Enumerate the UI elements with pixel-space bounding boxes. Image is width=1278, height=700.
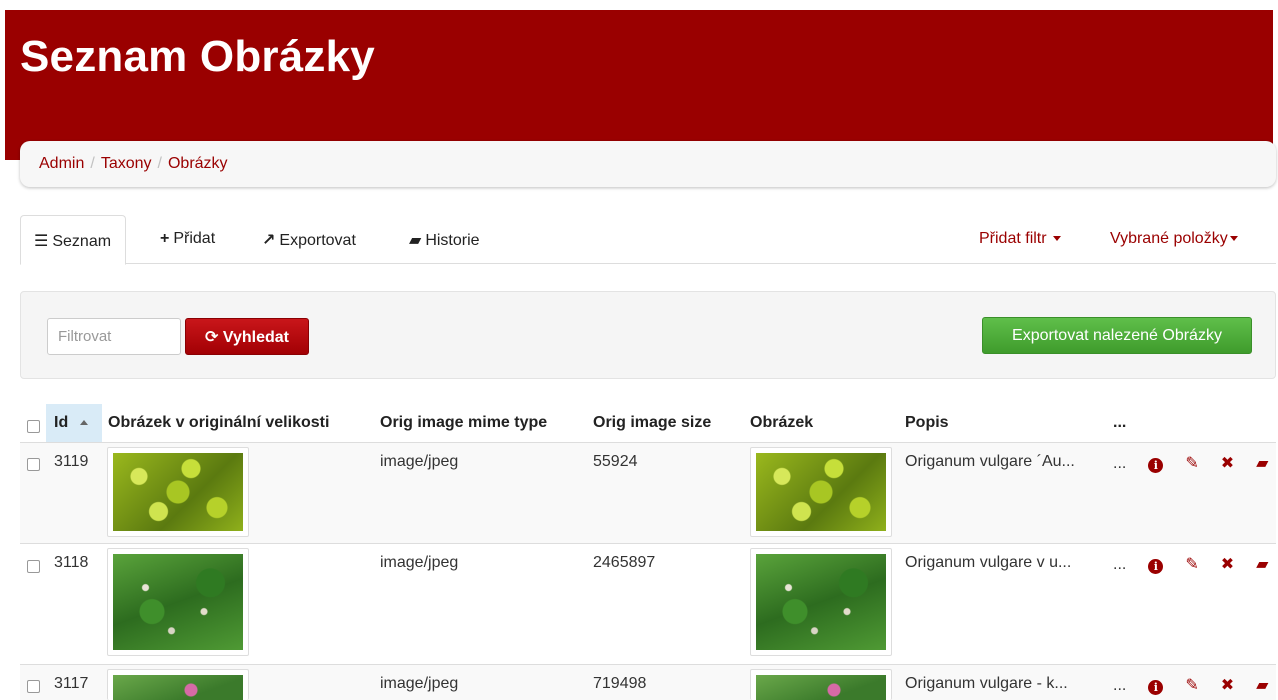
pencil-icon: ✎	[1185, 455, 1199, 472]
image-thumbnail[interactable]	[750, 548, 892, 656]
breadcrumb-admin[interactable]: Admin	[39, 155, 84, 172]
tab-export-label: Exportovat	[279, 232, 356, 249]
image-thumbnail[interactable]	[750, 669, 892, 700]
book-icon: ▰	[409, 232, 422, 249]
breadcrumb-obrazky[interactable]: Obrázky	[168, 155, 228, 172]
filter-bar: ⟳ Vyhledat Exportovat nalezené Obrázky	[20, 291, 1276, 379]
breadcrumb-taxony[interactable]: Taxony	[101, 155, 152, 172]
tab-export[interactable]: ↗ Exportovat	[262, 215, 356, 264]
tab-history[interactable]: ▰ Historie	[409, 215, 480, 264]
column-image-size[interactable]: Orig image size	[593, 414, 711, 432]
list-icon: ☰	[34, 233, 49, 250]
row-popis: Origanum vulgare v u...	[905, 554, 1072, 571]
history-button[interactable]: ▰	[1256, 554, 1268, 574]
pencil-icon: ✎	[1185, 677, 1199, 694]
caret-down-icon	[1052, 236, 1061, 242]
column-more: ...	[1113, 414, 1127, 431]
row-id: 3119	[54, 453, 89, 470]
original-image-thumbnail[interactable]	[107, 548, 249, 656]
row-checkbox[interactable]	[27, 458, 40, 471]
row-more: ...	[1113, 455, 1127, 472]
info-button[interactable]: i	[1148, 677, 1164, 695]
tab-list-label: Seznam	[52, 233, 112, 250]
page-title: Seznam Obrázky	[20, 32, 375, 81]
breadcrumb-separator: /	[157, 155, 162, 172]
tab-add[interactable]: + Přidat	[160, 215, 215, 264]
history-button[interactable]: ▰	[1256, 675, 1268, 695]
plus-icon: +	[160, 230, 170, 247]
column-id[interactable]: Id	[54, 414, 89, 432]
row-checkbox[interactable]	[27, 680, 40, 693]
tab-list[interactable]: ☰ Seznam	[20, 215, 127, 265]
history-button[interactable]: ▰	[1256, 453, 1268, 473]
info-icon: i	[1148, 559, 1164, 574]
info-button[interactable]: i	[1148, 455, 1164, 473]
pencil-icon: ✎	[1185, 556, 1199, 573]
original-image-thumbnail[interactable]	[107, 447, 249, 537]
delete-icon: ✖	[1220, 455, 1235, 472]
edit-button[interactable]: ✎	[1185, 675, 1198, 695]
row-image-size: 2465897	[593, 554, 656, 571]
sort-ascending-icon	[80, 420, 89, 426]
delete-button[interactable]: ✖	[1221, 554, 1234, 574]
column-id-label: Id	[54, 414, 69, 431]
delete-button[interactable]: ✖	[1221, 675, 1234, 695]
delete-icon: ✖	[1220, 677, 1235, 694]
info-icon: i	[1148, 680, 1164, 695]
search-button-label: Vyhledat	[222, 329, 289, 346]
row-id: 3117	[54, 675, 89, 692]
caret-down-icon	[1229, 236, 1238, 242]
info-button[interactable]: i	[1148, 556, 1164, 574]
tab-history-label: Historie	[425, 232, 480, 249]
search-button[interactable]: ⟳ Vyhledat	[185, 318, 309, 355]
history-icon: ▰	[1256, 677, 1269, 694]
filter-input[interactable]	[47, 318, 181, 355]
selected-items-label: Vybrané položky	[1110, 230, 1228, 247]
column-mime-type[interactable]: Orig image mime type	[380, 414, 547, 432]
tab-add-label: Přidat	[173, 230, 216, 247]
row-image-size: 55924	[593, 453, 638, 470]
history-icon: ▰	[1256, 455, 1269, 472]
page-header: Seznam Obrázky	[5, 10, 1273, 160]
info-icon: i	[1148, 458, 1164, 473]
select-all-checkbox[interactable]	[27, 420, 40, 433]
breadcrumb: Admin / Taxony / Obrázky	[20, 141, 1276, 187]
row-mime-type: image/jpeg	[380, 453, 459, 470]
row-mime-type: image/jpeg	[380, 675, 459, 692]
refresh-icon: ⟳	[205, 329, 219, 346]
row-actions: ... i ✎ ✖ ▰	[1113, 453, 1268, 473]
selected-items-dropdown[interactable]: Vybrané položky	[1110, 215, 1238, 264]
row-more: ...	[1113, 556, 1127, 573]
edit-button[interactable]: ✎	[1185, 554, 1198, 574]
row-actions: ... i ✎ ✖ ▰	[1113, 675, 1268, 695]
add-filter-label: Přidat filtr	[979, 230, 1047, 247]
column-original-image[interactable]: Obrázek v originální velikosti	[108, 414, 329, 432]
share-icon: ↗	[262, 232, 276, 249]
original-image-thumbnail[interactable]	[107, 669, 249, 700]
row-popis: Origanum vulgare ´Au...	[905, 453, 1075, 470]
export-found-label: Exportovat nalezené Obrázky	[1012, 327, 1222, 344]
column-image[interactable]: Obrázek	[750, 414, 813, 432]
history-icon: ▰	[1256, 556, 1269, 573]
row-id: 3118	[54, 554, 89, 571]
row-popis: Origanum vulgare - k...	[905, 675, 1068, 692]
row-more: ...	[1113, 677, 1127, 694]
image-thumbnail[interactable]	[750, 447, 892, 537]
row-image-size: 719498	[593, 675, 647, 692]
row-mime-type: image/jpeg	[380, 554, 459, 571]
row-checkbox[interactable]	[27, 560, 40, 573]
column-popis[interactable]: Popis	[905, 414, 949, 432]
export-found-button[interactable]: Exportovat nalezené Obrázky	[982, 317, 1252, 354]
delete-icon: ✖	[1220, 556, 1235, 573]
add-filter-dropdown[interactable]: Přidat filtr	[979, 215, 1061, 264]
breadcrumb-separator: /	[90, 155, 95, 172]
tab-bar: ☰ Seznam + Přidat ↗ Exportovat ▰ Historie Př…	[20, 215, 1276, 265]
row-actions: ... i ✎ ✖ ▰	[1113, 554, 1268, 574]
delete-button[interactable]: ✖	[1221, 453, 1234, 473]
edit-button[interactable]: ✎	[1185, 453, 1198, 473]
